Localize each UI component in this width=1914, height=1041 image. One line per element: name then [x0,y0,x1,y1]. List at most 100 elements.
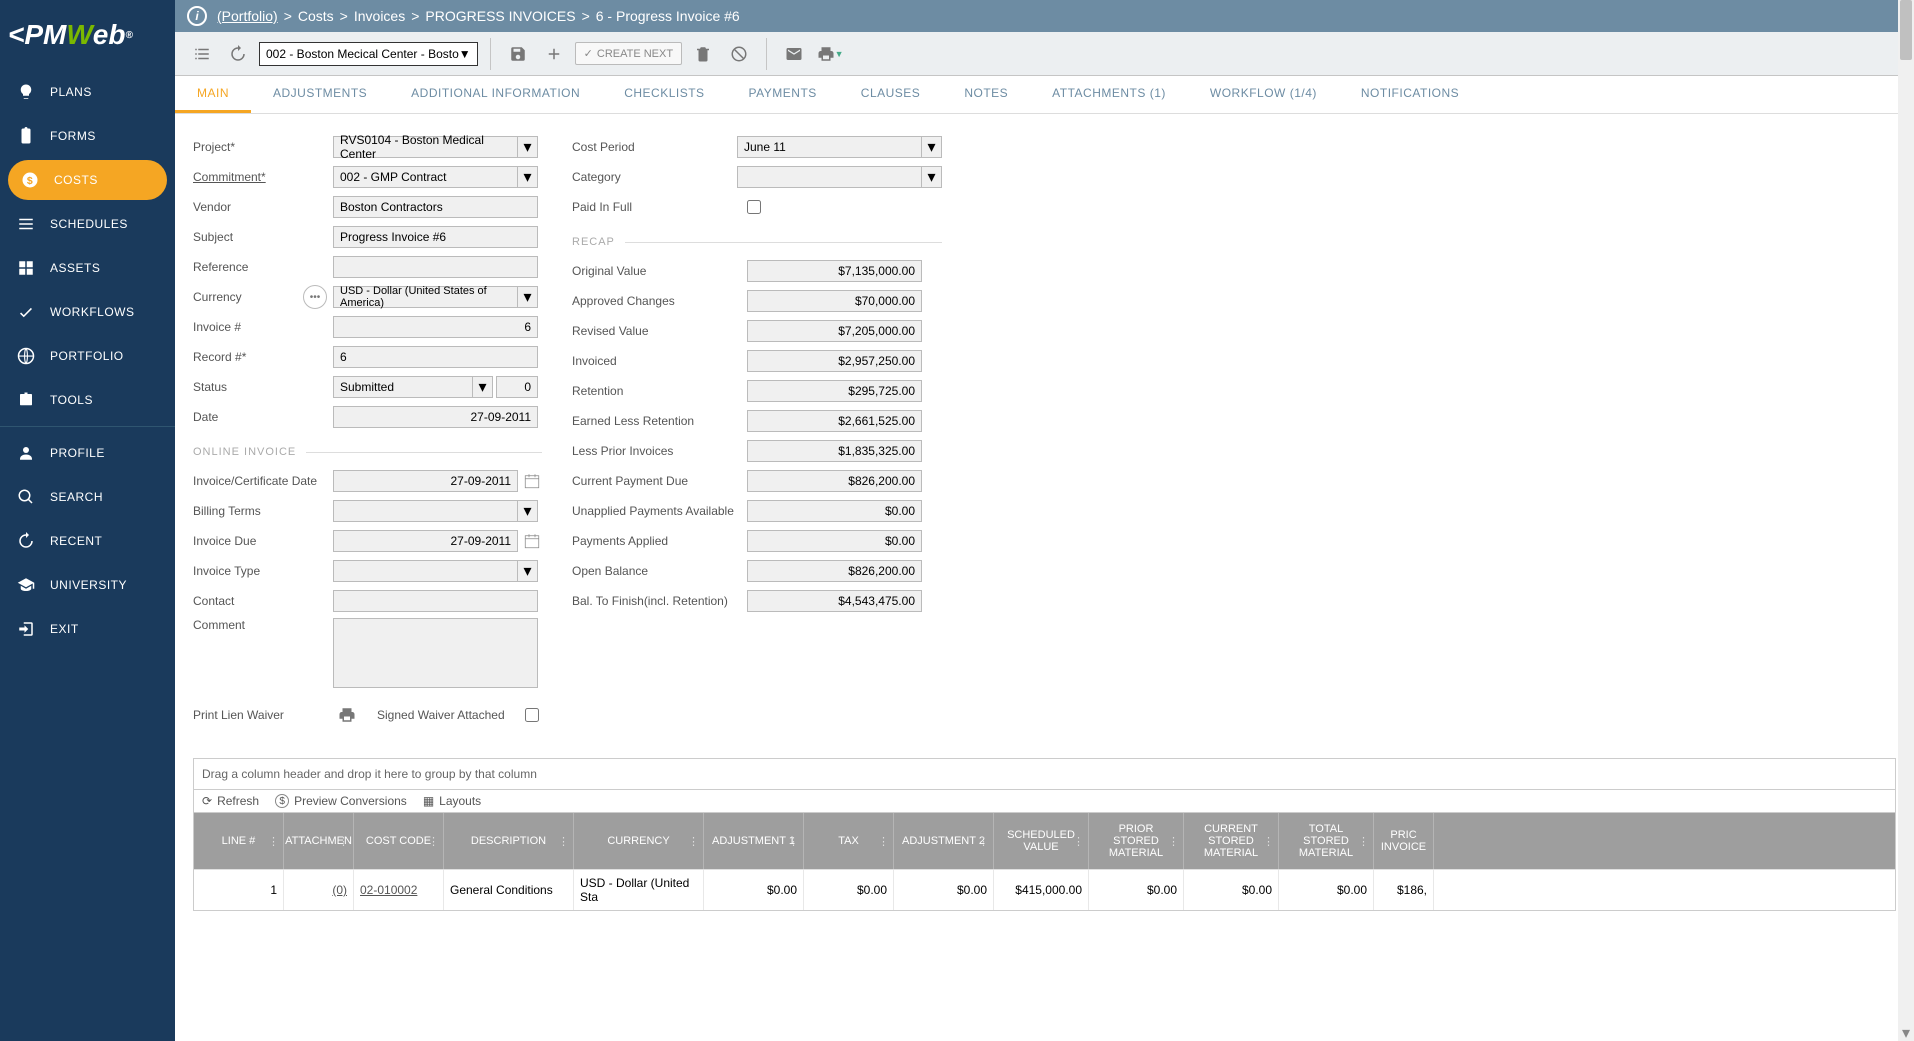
invoice-type-select[interactable]: ▾ [333,560,538,582]
cell-cost-code[interactable]: 02-010002 [354,870,444,910]
preview-conversions-button[interactable]: $Preview Conversions [275,794,407,808]
column-menu-icon[interactable]: ⋮ [878,835,889,848]
cost-period-select[interactable]: June 11 ▾ [737,136,942,158]
record-num-field[interactable]: 6 [333,346,538,368]
save-button[interactable] [503,39,533,69]
commitment-label[interactable]: Commitment* [193,170,333,184]
contact-field[interactable] [333,590,538,612]
column-menu-icon[interactable]: ⋮ [978,835,989,848]
refresh-button[interactable]: ⟳Refresh [202,794,259,808]
nav-assets[interactable]: ASSETS [0,246,175,290]
column-menu-icon[interactable]: ⋮ [788,835,799,848]
chevron-down-icon[interactable]: ▾ [922,136,942,158]
print-icon[interactable] [337,705,357,725]
nav-workflows[interactable]: WORKFLOWS [0,290,175,334]
column-menu-icon[interactable]: ⋮ [1168,835,1179,848]
paid-in-full-checkbox[interactable] [747,200,761,214]
col-current-stored[interactable]: CURRENT STORED MATERIAL⋮ [1184,813,1279,869]
tab-notifications[interactable]: NOTIFICATIONS [1339,76,1481,113]
nav-plans[interactable]: PLANS [0,70,175,114]
nav-profile[interactable]: PROFILE [0,431,175,475]
chevron-down-icon[interactable]: ▾ [518,286,538,308]
chevron-down-icon[interactable]: ▾ [922,166,942,188]
tab-additional-info[interactable]: ADDITIONAL INFORMATION [389,76,602,113]
scrollbar-thumb[interactable] [1900,0,1912,60]
nav-exit[interactable]: EXIT [0,607,175,651]
tab-notes[interactable]: NOTES [942,76,1030,113]
nav-portfolio[interactable]: PORTFOLIO [0,334,175,378]
comment-field[interactable] [333,618,538,688]
currency-more-icon[interactable]: ••• [303,285,327,309]
nav-university[interactable]: UNIVERSITY [0,563,175,607]
layouts-button[interactable]: ▦Layouts [423,794,481,808]
tab-payments[interactable]: PAYMENTS [727,76,839,113]
nav-schedules[interactable]: SCHEDULES [0,202,175,246]
breadcrumb-root[interactable]: (Portfolio) [217,8,278,24]
col-price[interactable]: PRIC INVOICE [1374,813,1434,869]
column-menu-icon[interactable]: ⋮ [1263,835,1274,848]
signed-waiver-checkbox[interactable] [525,708,539,722]
list-view-button[interactable] [187,39,217,69]
vertical-scrollbar[interactable]: ▾ [1898,0,1914,1041]
breadcrumb-progress[interactable]: PROGRESS INVOICES [425,8,575,24]
billing-terms-select[interactable]: ▾ [333,500,538,522]
chevron-down-icon[interactable]: ▾ [518,500,538,522]
reference-field[interactable] [333,256,538,278]
col-prior-stored[interactable]: PRIOR STORED MATERIAL⋮ [1089,813,1184,869]
vendor-field[interactable]: Boston Contractors [333,196,538,218]
info-icon[interactable]: i [187,6,207,26]
breadcrumb-costs[interactable]: Costs [298,8,334,24]
print-button[interactable]: ▼ [815,39,845,69]
nav-costs[interactable]: $ COSTS [8,160,167,200]
col-total-stored[interactable]: TOTAL STORED MATERIAL⋮ [1279,813,1374,869]
invoice-num-field[interactable]: 6 [333,316,538,338]
tab-checklists[interactable]: CHECKLISTS [602,76,726,113]
tab-attachments[interactable]: ATTACHMENTS (1) [1030,76,1188,113]
create-next-button[interactable]: ✓ CREATE NEXT [575,42,682,65]
col-tax[interactable]: TAX⋮ [804,813,894,869]
column-menu-icon[interactable]: ⋮ [1358,835,1369,848]
column-menu-icon[interactable]: ⋮ [338,835,349,848]
column-menu-icon[interactable]: ⋮ [428,835,439,848]
subject-field[interactable]: Progress Invoice #6 [333,226,538,248]
col-scheduled[interactable]: SCHEDULED VALUE⋮ [994,813,1089,869]
column-menu-icon[interactable]: ⋮ [688,835,699,848]
delete-button[interactable] [688,39,718,69]
column-menu-icon[interactable]: ⋮ [268,835,279,848]
calendar-icon[interactable] [522,471,542,491]
tab-main[interactable]: MAIN [175,76,251,113]
col-description[interactable]: DESCRIPTION⋮ [444,813,574,869]
tab-adjustments[interactable]: ADJUSTMENTS [251,76,389,113]
record-selector[interactable]: 002 - Boston Mecical Center - Bosto ▼ [259,42,478,66]
nav-recent[interactable]: RECENT [0,519,175,563]
currency-select[interactable]: USD - Dollar (United States of America) … [333,286,538,308]
col-line[interactable]: LINE #⋮ [194,813,284,869]
status-select[interactable]: Submitted ▾ [333,376,493,398]
scrollbar-down-arrow[interactable]: ▾ [1898,1025,1914,1041]
status-extra-field[interactable]: 0 [496,376,538,398]
chevron-down-icon[interactable]: ▾ [518,560,538,582]
col-currency[interactable]: CURRENCY⋮ [574,813,704,869]
project-select[interactable]: RVS0104 - Boston Medical Center ▾ [333,136,538,158]
date-field[interactable]: 27-09-2011 [333,406,538,428]
cell-attachment[interactable]: (0) [284,870,354,910]
invoice-due-field[interactable]: 27-09-2011 [333,530,518,552]
tab-clauses[interactable]: CLAUSES [839,76,943,113]
column-menu-icon[interactable]: ⋮ [558,835,569,848]
tab-workflow[interactable]: WORKFLOW (1/4) [1188,76,1339,113]
chevron-down-icon[interactable]: ▾ [473,376,493,398]
col-adj2[interactable]: ADJUSTMENT 2⋮ [894,813,994,869]
nav-forms[interactable]: FORMS [0,114,175,158]
breadcrumb-invoices[interactable]: Invoices [354,8,405,24]
email-button[interactable] [779,39,809,69]
category-select[interactable]: ▾ [737,166,942,188]
nav-search[interactable]: SEARCH [0,475,175,519]
history-button[interactable] [223,39,253,69]
table-row[interactable]: 1 (0) 02-010002 General Conditions USD -… [194,869,1895,910]
calendar-icon[interactable] [522,531,542,551]
chevron-down-icon[interactable]: ▾ [518,136,538,158]
add-button[interactable] [539,39,569,69]
cancel-button[interactable] [724,39,754,69]
nav-tools[interactable]: TOOLS [0,378,175,422]
col-adj1[interactable]: ADJUSTMENT 1⋮ [704,813,804,869]
